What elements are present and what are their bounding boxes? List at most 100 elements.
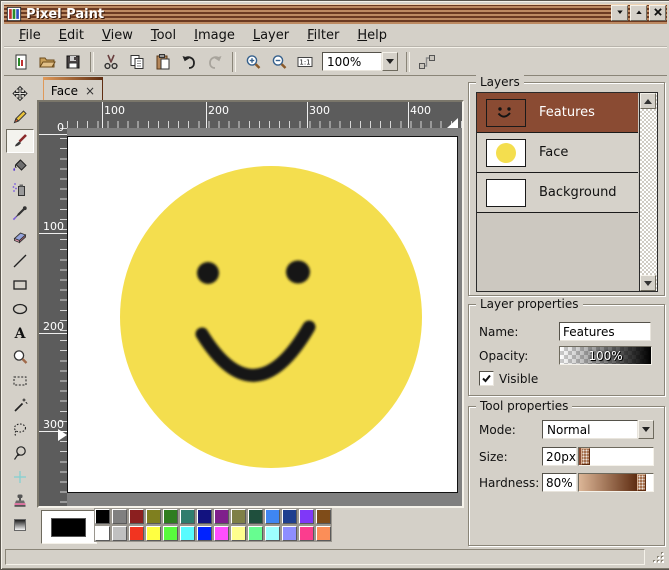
color-swatch[interactable] [214,509,229,524]
scroll-up-button[interactable] [640,93,656,109]
zoom-in-button[interactable] [240,50,266,74]
color-swatch[interactable] [129,509,144,524]
color-swatch[interactable] [112,526,127,541]
color-swatch[interactable] [112,509,127,524]
zoom-level-combobox[interactable]: 100% [322,52,398,71]
tool-crosshair[interactable] [6,465,34,489]
color-swatch[interactable] [180,526,195,541]
color-swatch[interactable] [214,526,229,541]
toolbar-trailing-group [414,50,440,74]
cut-button[interactable] [98,50,124,74]
hardness-slider-handle[interactable] [637,474,646,491]
open-button[interactable] [34,50,60,74]
color-swatch[interactable] [146,526,161,541]
layer-name-input[interactable]: Features [559,322,651,341]
color-swatch[interactable] [248,526,263,541]
opacity-slider[interactable]: 100% [559,346,652,365]
color-swatch[interactable] [197,526,212,541]
tool-magnifier[interactable] [6,345,34,369]
tool-move[interactable] [6,81,34,105]
color-swatch[interactable] [265,526,280,541]
title-bar[interactable]: Pixel Paint [4,4,667,24]
size-input[interactable]: 20px [542,447,577,466]
v-ruler-tick [39,333,67,334]
color-swatch[interactable] [282,509,297,524]
tool-rect-select[interactable] [6,369,34,393]
minimize-button[interactable] [611,5,628,21]
layer-row-face[interactable]: Face [477,133,638,173]
color-swatch[interactable] [231,509,246,524]
size-slider-handle[interactable] [581,448,590,465]
actual-size-button[interactable]: 1:1 [292,50,318,74]
color-swatch[interactable] [316,509,331,524]
layer-row-features[interactable]: Features [477,93,638,133]
color-swatch[interactable] [248,509,263,524]
hardness-input[interactable]: 80% [542,473,577,492]
color-swatch[interactable] [163,526,178,541]
visible-checkbox[interactable] [479,371,494,386]
mode-select[interactable]: Normal [542,420,654,439]
menu-layer[interactable]: Layer [244,26,298,45]
color-swatch[interactable] [299,526,314,541]
maximize-button[interactable] [630,5,647,21]
tool-text[interactable]: A [6,321,34,345]
tool-eyedropper[interactable] [6,201,34,225]
current-color-display[interactable] [41,510,97,544]
tool-eraser[interactable] [6,225,34,249]
zoom-dropdown-arrow[interactable] [382,52,398,71]
tool-ellipse[interactable] [6,297,34,321]
tool-gradient[interactable] [6,513,34,537]
new-button[interactable] [8,50,34,74]
layer-row-background[interactable]: Background [477,173,638,213]
scroll-down-button[interactable] [640,275,656,291]
mode-dropdown-arrow[interactable] [638,420,654,439]
size-slider[interactable] [578,447,654,466]
color-swatch[interactable] [146,509,161,524]
tool-pencil[interactable] [6,105,34,129]
zoom-out-button[interactable] [266,50,292,74]
tool-airbrush[interactable] [6,177,34,201]
menu-filter[interactable]: Filter [298,26,348,45]
node-editor-button[interactable] [414,50,440,74]
mode-label: Mode: [479,423,516,437]
menu-help[interactable]: Help [348,26,396,45]
close-button[interactable] [649,5,666,21]
tool-magic-wand[interactable] [6,393,34,417]
color-swatch[interactable] [231,526,246,541]
menu-file[interactable]: File [10,26,50,45]
tool-lasso[interactable] [6,417,34,441]
tool-rectangle[interactable] [6,273,34,297]
tool-line[interactable] [6,249,34,273]
menu-edit[interactable]: Edit [50,26,93,45]
tool-paintbrush[interactable] [6,129,34,153]
color-swatch[interactable] [129,526,144,541]
menu-view[interactable]: View [93,26,142,45]
drawing-surface[interactable] [67,136,458,493]
copy-button[interactable] [124,50,150,74]
tab-close-icon[interactable]: × [85,84,95,98]
tool-fill[interactable] [6,153,34,177]
menu-image[interactable]: Image [185,26,244,45]
toolbar-separator [232,52,236,72]
tab-face[interactable]: Face × [43,77,103,102]
color-swatch[interactable] [163,509,178,524]
menu-tool[interactable]: Tool [142,26,185,45]
layers-scrollbar[interactable] [639,93,657,291]
color-swatch[interactable] [95,526,110,541]
undo-button[interactable] [176,50,202,74]
save-button[interactable] [60,50,86,74]
color-swatch[interactable] [265,509,280,524]
redo-button[interactable] [202,50,228,74]
tool-stamp[interactable] [6,489,34,513]
paste-button[interactable] [150,50,176,74]
color-swatch[interactable] [197,509,212,524]
tool-polygon-select[interactable] [6,441,34,465]
color-swatch[interactable] [180,509,195,524]
color-swatch[interactable] [95,509,110,524]
color-swatch[interactable] [316,526,331,541]
hardness-slider[interactable] [578,473,654,492]
v-ruler-label: 300 [43,418,64,431]
color-swatch[interactable] [282,526,297,541]
color-swatch[interactable] [299,509,314,524]
resize-grip[interactable] [651,550,665,564]
